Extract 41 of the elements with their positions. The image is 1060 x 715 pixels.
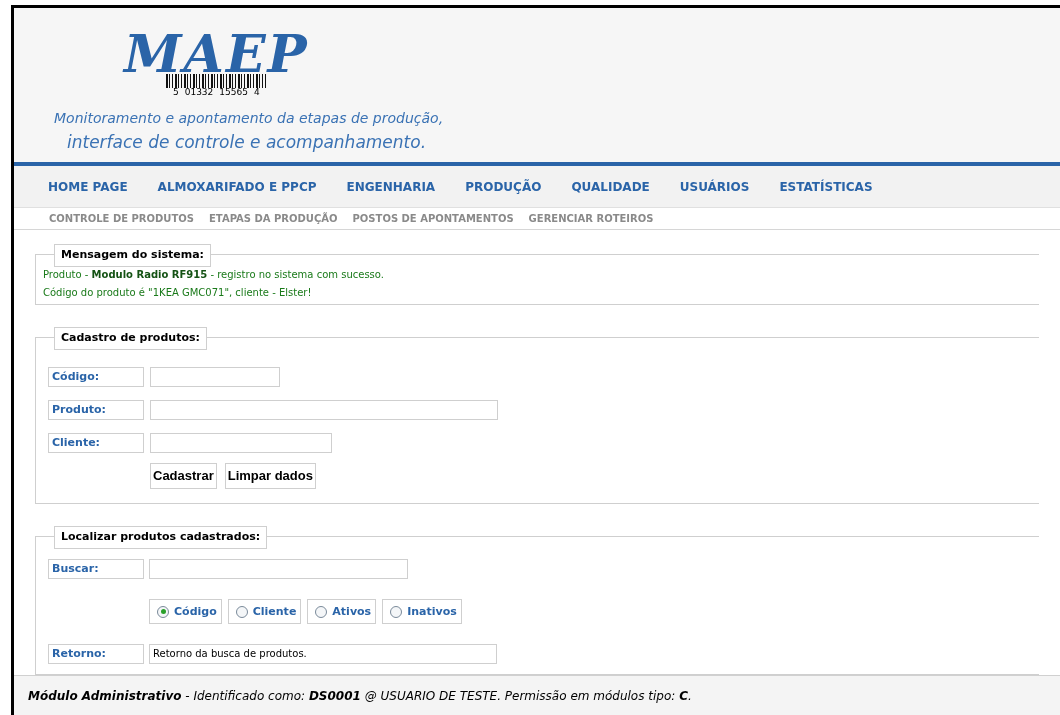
input-field[interactable]	[150, 400, 498, 420]
barcode-icon	[166, 74, 267, 88]
section-title: Mensagem do sistema:	[54, 244, 211, 267]
barcode-digits: 5	[172, 88, 179, 97]
radio-option[interactable]: Ativos	[307, 599, 377, 624]
input-field[interactable]	[150, 433, 332, 453]
nav-link[interactable]: ESTATÍSTICAS	[779, 177, 873, 196]
status-message: Código do produto é "1KEA GMC071", cliente - Elster!	[43, 286, 313, 300]
tagline: Monitoramento e apontamento da etapas de produção,	[54, 109, 444, 128]
field-label: Retorno:	[48, 644, 144, 664]
radio-option[interactable]: Inativos	[382, 599, 462, 624]
barcode-digits: 4	[253, 88, 260, 97]
subnav-link[interactable]: GERENCIAR ROTEIROS	[528, 211, 654, 226]
barcode-digits: 15565	[219, 88, 248, 97]
nav-link[interactable]: PRODUÇÃO	[465, 177, 542, 196]
radio-option[interactable]: Código	[149, 599, 222, 624]
radio-option[interactable]: Cliente	[227, 599, 302, 624]
search-field[interactable]	[149, 559, 408, 579]
section-title: Cadastro de produtos:	[54, 327, 207, 350]
input-field[interactable]	[150, 367, 280, 387]
field-label: Cliente:	[48, 433, 144, 453]
nav-link[interactable]: USUÁRIOS	[679, 177, 750, 196]
field-label: Código:	[48, 367, 144, 387]
subtitle: interface de controle e acompanhamento.	[67, 131, 428, 154]
footer-status: Módulo Administrativo - Identificado como: DS0001 @ USUARIO DE TESTE. Permissão em módulos tipo: C.	[28, 687, 692, 705]
status-message: Produto - Modulo Radio RF915 - registro no sistema com sucesso.	[43, 268, 385, 282]
subnav-link[interactable]: ETAPAS DA PRODUÇÃO	[209, 211, 338, 226]
subnav-link[interactable]: POSTOS DE APONTAMENTOS	[352, 211, 514, 226]
barcode-digits: 01332	[184, 88, 214, 97]
nav-link[interactable]: ALMOXARIFADO E PPCP	[157, 177, 317, 196]
nav-link[interactable]: ENGENHARIA	[346, 177, 436, 196]
nav-link[interactable]: HOME PAGE	[48, 177, 128, 196]
field-label: Produto:	[48, 400, 144, 420]
form-button[interactable]: Limpar dados	[224, 463, 316, 489]
nav-link[interactable]: QUALIDADE	[571, 177, 650, 196]
result-field: Retorno da busca de produtos.	[149, 644, 497, 664]
logo: MAEP	[124, 30, 309, 78]
form-button[interactable]: Cadastrar	[150, 463, 217, 489]
section-title: Localizar produtos cadastrados:	[54, 526, 268, 549]
subnav-link[interactable]: CONTROLE DE PRODUTOS	[49, 211, 194, 226]
field-label: Buscar:	[48, 559, 144, 579]
